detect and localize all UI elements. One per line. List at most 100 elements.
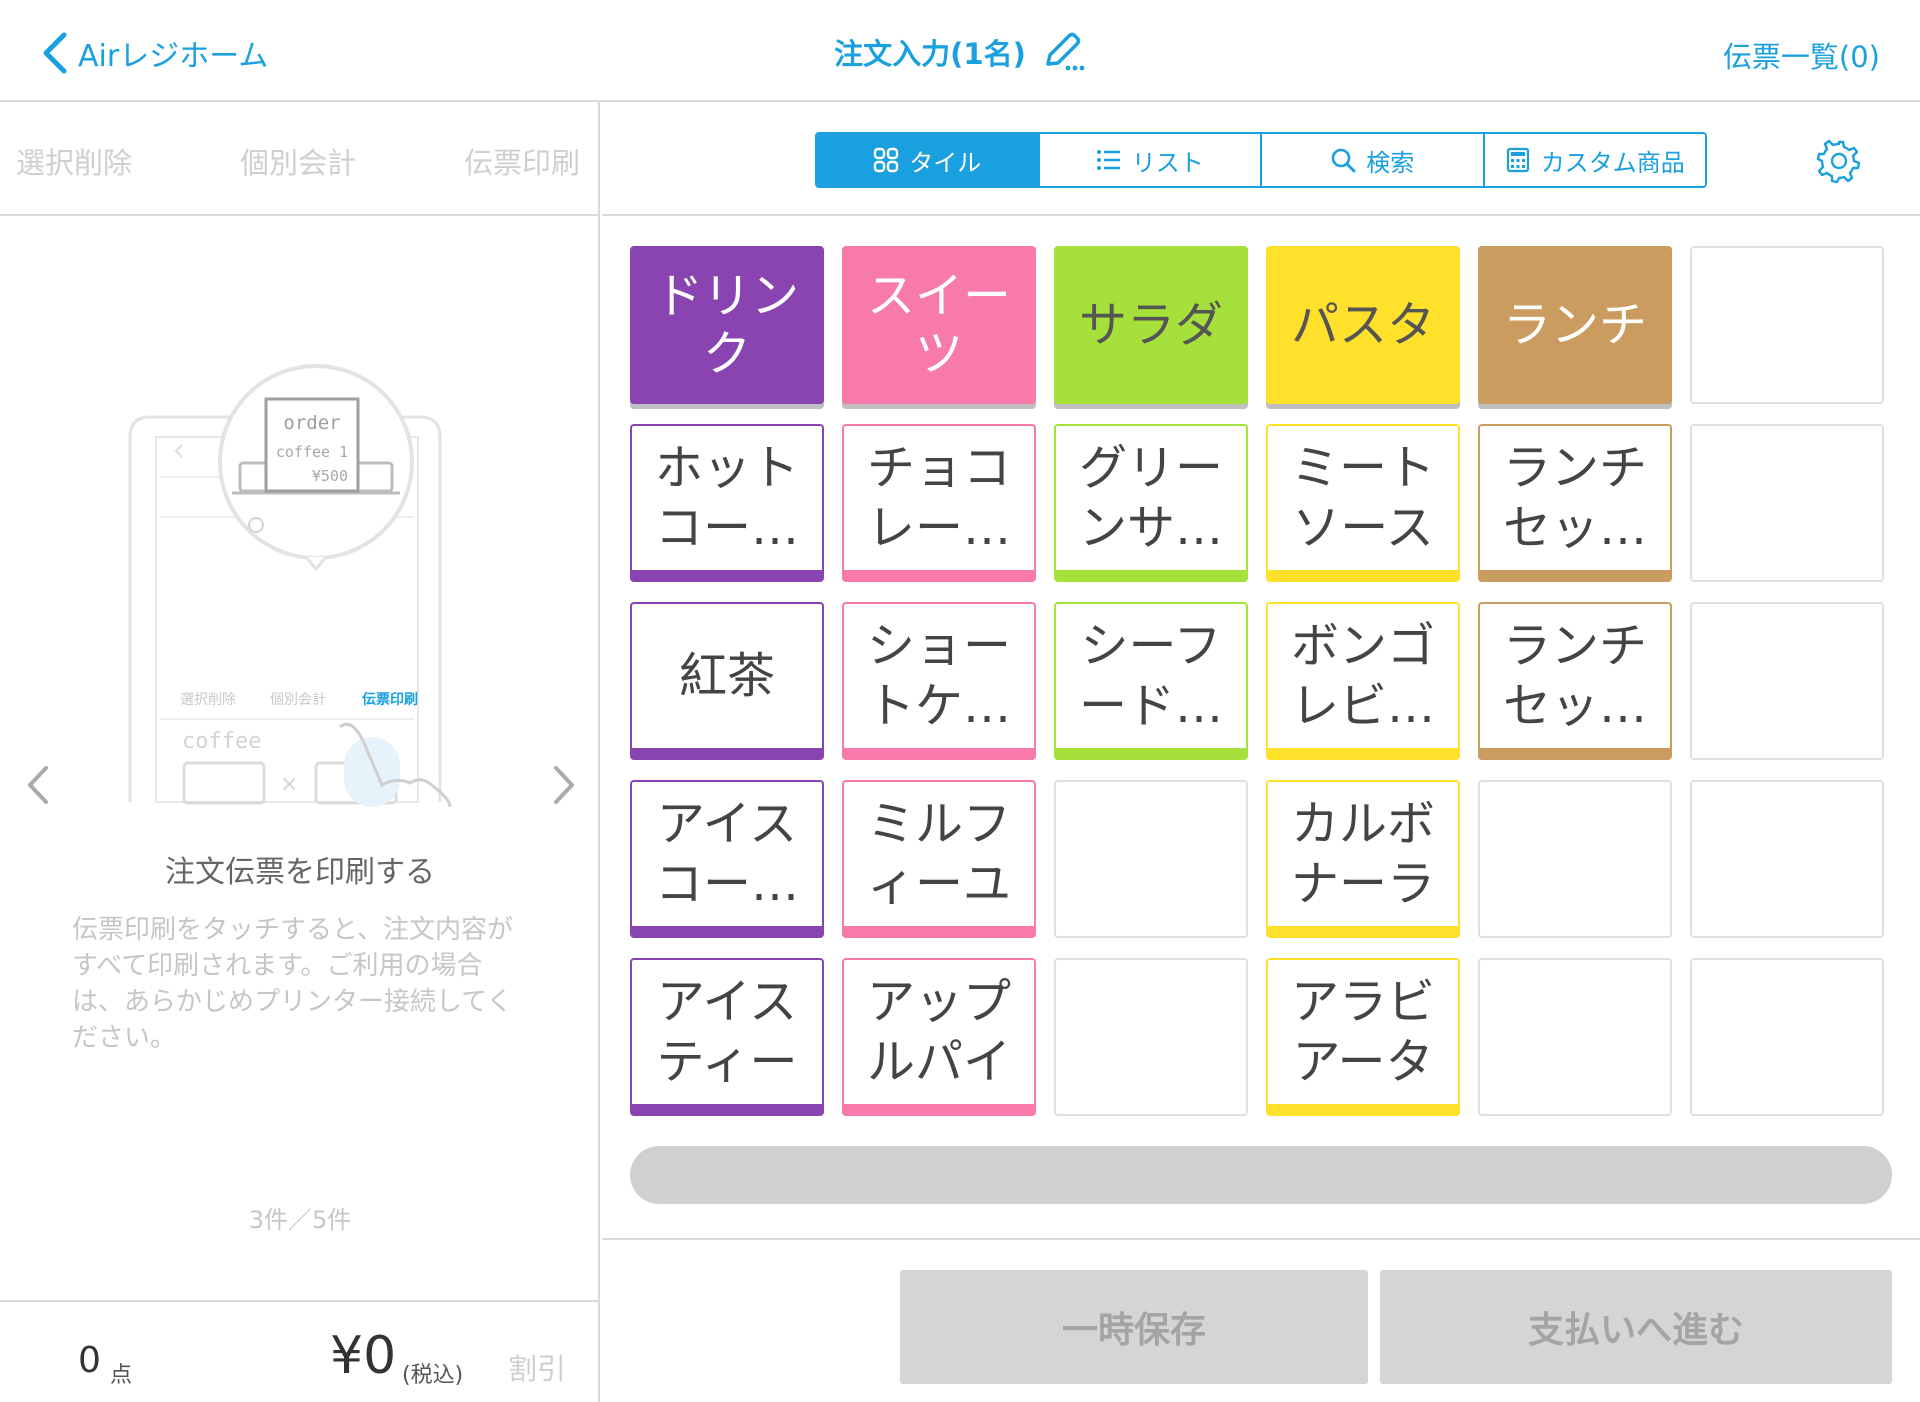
order-toolbar: 選択削除 個別会計 伝票印刷 xyxy=(0,102,600,216)
product-label: ボンゴレビ… xyxy=(1290,618,1435,734)
product-tile[interactable]: ホットコー… xyxy=(630,424,824,582)
tab-search[interactable]: 検索 xyxy=(1262,134,1485,186)
discount-button[interactable]: 割引 xyxy=(508,1346,566,1388)
product-tile[interactable]: アラビアータ xyxy=(1266,958,1460,1116)
item-count: 0 xyxy=(78,1340,101,1381)
prev-guide-arrow-icon[interactable] xyxy=(20,762,54,808)
product-tile[interactable]: アイスティー xyxy=(630,958,824,1116)
slip-list-link[interactable]: 伝票一覧(0) xyxy=(1723,34,1880,76)
empty-tile xyxy=(1690,602,1884,760)
tab-custom-product[interactable]: カスタム商品 xyxy=(1484,134,1705,186)
empty-tile xyxy=(1690,780,1884,938)
receipt-line-order: order xyxy=(283,412,340,434)
product-label: シーフード… xyxy=(1078,618,1223,734)
product-label: アイスティー xyxy=(656,974,798,1090)
next-guide-arrow-icon[interactable] xyxy=(548,762,582,808)
category-tile-sweets[interactable]: スイーツ xyxy=(842,246,1036,404)
tab-list[interactable]: リスト xyxy=(1039,134,1262,186)
order-side-panel: 選択削除 個別会計 伝票印刷 選択削除 個別会計 伝票印刷 coffee × o… xyxy=(0,102,600,1402)
category-label: ドリンク xyxy=(654,268,799,382)
proceed-to-payment-button[interactable]: 支払いへ進む xyxy=(1380,1270,1892,1384)
header-bar: Airレジホーム 注文入力(1名) 伝票一覧(0) xyxy=(0,0,1920,102)
calculator-icon xyxy=(1506,147,1529,173)
category-label: スイーツ xyxy=(866,268,1011,382)
total-amount: ¥0 xyxy=(330,1326,397,1386)
select-delete-button[interactable]: 選択削除 xyxy=(16,140,132,182)
page-title-group: 注文入力(1名) xyxy=(0,30,1920,74)
page-title: 注文入力(1名) xyxy=(834,37,1026,71)
product-tile[interactable]: ランチセッ… xyxy=(1478,602,1672,760)
category-tile-drink[interactable]: ドリンク xyxy=(630,246,824,404)
product-label: ショートケ… xyxy=(866,618,1011,734)
product-label: ミートソース xyxy=(1290,440,1435,556)
empty-tile xyxy=(1690,958,1884,1116)
empty-tile xyxy=(1054,958,1248,1116)
product-label: カルボナーラ xyxy=(1290,796,1435,912)
product-label: ミルフィーユ xyxy=(866,796,1011,912)
search-icon xyxy=(1331,148,1356,173)
svg-text:×: × xyxy=(280,772,298,797)
product-label: ランチセッ… xyxy=(1502,440,1647,556)
empty-tile xyxy=(1690,246,1884,404)
empty-tile xyxy=(1478,780,1672,938)
product-tile[interactable]: アップルパイ xyxy=(842,958,1036,1116)
mini-tab-checkout: 個別会計 xyxy=(270,692,326,708)
action-bar: 一時保存 支払いへ進む xyxy=(602,1238,1920,1402)
product-tile[interactable]: 紅茶 xyxy=(630,602,824,760)
product-tile[interactable]: アイスコー… xyxy=(630,780,824,938)
product-label: アラビアータ xyxy=(1290,974,1435,1090)
tile-grid-icon xyxy=(874,147,899,173)
product-label: チョコレー… xyxy=(866,440,1011,556)
product-tile[interactable]: チョコレー… xyxy=(842,424,1036,582)
category-tile-salad[interactable]: サラダ xyxy=(1054,246,1248,404)
view-mode-segmented-control: タイル リスト 検索 カスタム商品 xyxy=(815,132,1707,188)
tab-custom-label: カスタム商品 xyxy=(1540,148,1685,177)
product-tile[interactable]: グリーンサ… xyxy=(1054,424,1248,582)
product-tile[interactable]: ミートソース xyxy=(1266,424,1460,582)
tab-tile[interactable]: タイル xyxy=(817,134,1040,186)
product-label: アイスコー… xyxy=(654,796,799,912)
product-tile[interactable]: ショートケ… xyxy=(842,602,1036,760)
tab-tile-label: タイル xyxy=(909,148,982,177)
product-tile[interactable]: シーフード… xyxy=(1054,602,1248,760)
product-panel: タイル リスト 検索 カスタム商品 ドリンク スイーツ サラダ パスタ ランチ … xyxy=(602,102,1920,1402)
order-summary-footer: 0 点 ¥0 (税込) 割引 xyxy=(0,1300,600,1402)
category-label: サラダ xyxy=(1078,297,1223,353)
receipt-line-coffee: coffee 1 xyxy=(276,443,348,461)
guide-title: 注文伝票を印刷する xyxy=(165,855,435,890)
individual-checkout-button[interactable]: 個別会計 xyxy=(240,140,356,182)
category-label: パスタ xyxy=(1290,297,1435,353)
guide-description: 伝票印刷をタッチすると、注文内容がすべて印刷されます。ご利用の場合は、あらかじめ… xyxy=(72,915,513,1053)
guide-pager: 3件／5件 xyxy=(248,1206,352,1234)
gear-icon[interactable] xyxy=(1816,138,1862,184)
mini-tab-print: 伝票印刷 xyxy=(362,691,418,708)
print-slip-button[interactable]: 伝票印刷 xyxy=(464,140,580,182)
tax-included-label: (税込) xyxy=(402,1363,464,1388)
view-toolbar: タイル リスト 検索 カスタム商品 xyxy=(602,102,1920,216)
product-label: ランチセッ… xyxy=(1502,618,1647,734)
empty-tile xyxy=(1690,424,1884,582)
item-count-unit: 点 xyxy=(110,1363,133,1388)
product-tile[interactable]: カルボナーラ xyxy=(1266,780,1460,938)
mini-tab-delete: 選択削除 xyxy=(180,692,236,708)
list-icon xyxy=(1096,150,1120,170)
product-tile-grid: ドリンク スイーツ サラダ パスタ ランチ ホットコー… チョコレー… グリーン… xyxy=(630,246,1886,1116)
product-tile[interactable]: ボンゴレビ… xyxy=(1266,602,1460,760)
print-guide-illustration: 選択削除 個別会計 伝票印刷 coffee × order coffee 1 ¥… xyxy=(128,364,452,807)
tile-page-scrollbar[interactable] xyxy=(630,1146,1892,1204)
empty-tile xyxy=(1478,958,1672,1116)
product-tile[interactable]: ランチセッ… xyxy=(1478,424,1672,582)
product-label: 紅茶 xyxy=(678,648,775,704)
tab-search-label: 検索 xyxy=(1366,148,1415,177)
tab-list-label: リスト xyxy=(1131,148,1204,177)
mini-item-coffee: coffee xyxy=(182,729,261,754)
category-label: ランチ xyxy=(1502,297,1647,353)
edit-pencil-icon[interactable] xyxy=(1042,30,1086,74)
product-label: ホットコー… xyxy=(654,440,799,556)
product-label: アップルパイ xyxy=(866,974,1011,1090)
temporary-save-button[interactable]: 一時保存 xyxy=(900,1270,1368,1384)
product-label: グリーンサ… xyxy=(1078,440,1223,556)
category-tile-lunch[interactable]: ランチ xyxy=(1478,246,1672,404)
product-tile[interactable]: ミルフィーユ xyxy=(842,780,1036,938)
category-tile-pasta[interactable]: パスタ xyxy=(1266,246,1460,404)
